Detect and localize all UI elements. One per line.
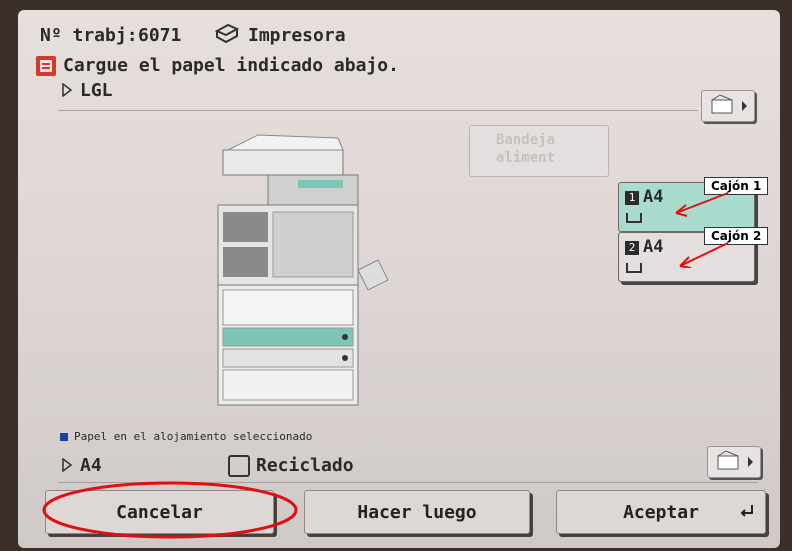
job-number-label: Nº trabj:	[40, 25, 138, 46]
warning-icon	[36, 56, 56, 76]
accept-button[interactable]: Aceptar	[556, 490, 766, 534]
enter-icon	[740, 505, 753, 517]
job-number-value: 6071	[138, 25, 182, 46]
instruction-message: Cargue el papel indicado abajo.	[63, 55, 399, 76]
drawer-paper-size: A4	[643, 187, 664, 207]
do-later-button[interactable]: Hacer luego	[304, 490, 530, 534]
cancel-highlight-ellipse	[42, 481, 298, 539]
triangle-right-icon	[62, 458, 72, 472]
divider	[58, 110, 698, 111]
drawer-number: 1	[625, 191, 639, 205]
bypass-tray-button[interactable]: Bandeja aliment	[469, 125, 609, 177]
selected-drawer-note: Papel en el alojamiento seleccionado	[74, 430, 313, 443]
bypass-tray-label-line1: Bandeja	[496, 132, 556, 148]
printer-icon	[214, 23, 240, 44]
paper-settings-button[interactable]	[701, 90, 755, 122]
original-paper-size: LGL	[80, 80, 113, 101]
selected-indicator-icon	[60, 433, 68, 441]
drawer-number: 2	[625, 241, 639, 255]
annotation-arrows	[675, 192, 729, 268]
do-later-label: Hacer luego	[357, 501, 477, 523]
copier-illustration	[217, 134, 389, 406]
triangle-right-icon	[62, 83, 72, 97]
accept-label: Aceptar	[623, 501, 699, 523]
tray-icon	[626, 213, 642, 223]
screen: Nº trabj: 6071 Impresora Cargue el papel…	[18, 10, 780, 548]
mode-label: Impresora	[248, 25, 346, 46]
paper-type: Reciclado	[256, 455, 354, 476]
settings-icon	[711, 94, 747, 114]
recycle-icon	[228, 455, 250, 477]
drawer-paper-size: A4	[643, 237, 664, 257]
bypass-tray-label-line2: aliment	[496, 150, 556, 166]
settings-icon	[717, 450, 753, 470]
selected-paper-size: A4	[80, 455, 102, 476]
tray-icon	[626, 263, 642, 273]
paper-type-settings-button[interactable]	[707, 446, 761, 478]
